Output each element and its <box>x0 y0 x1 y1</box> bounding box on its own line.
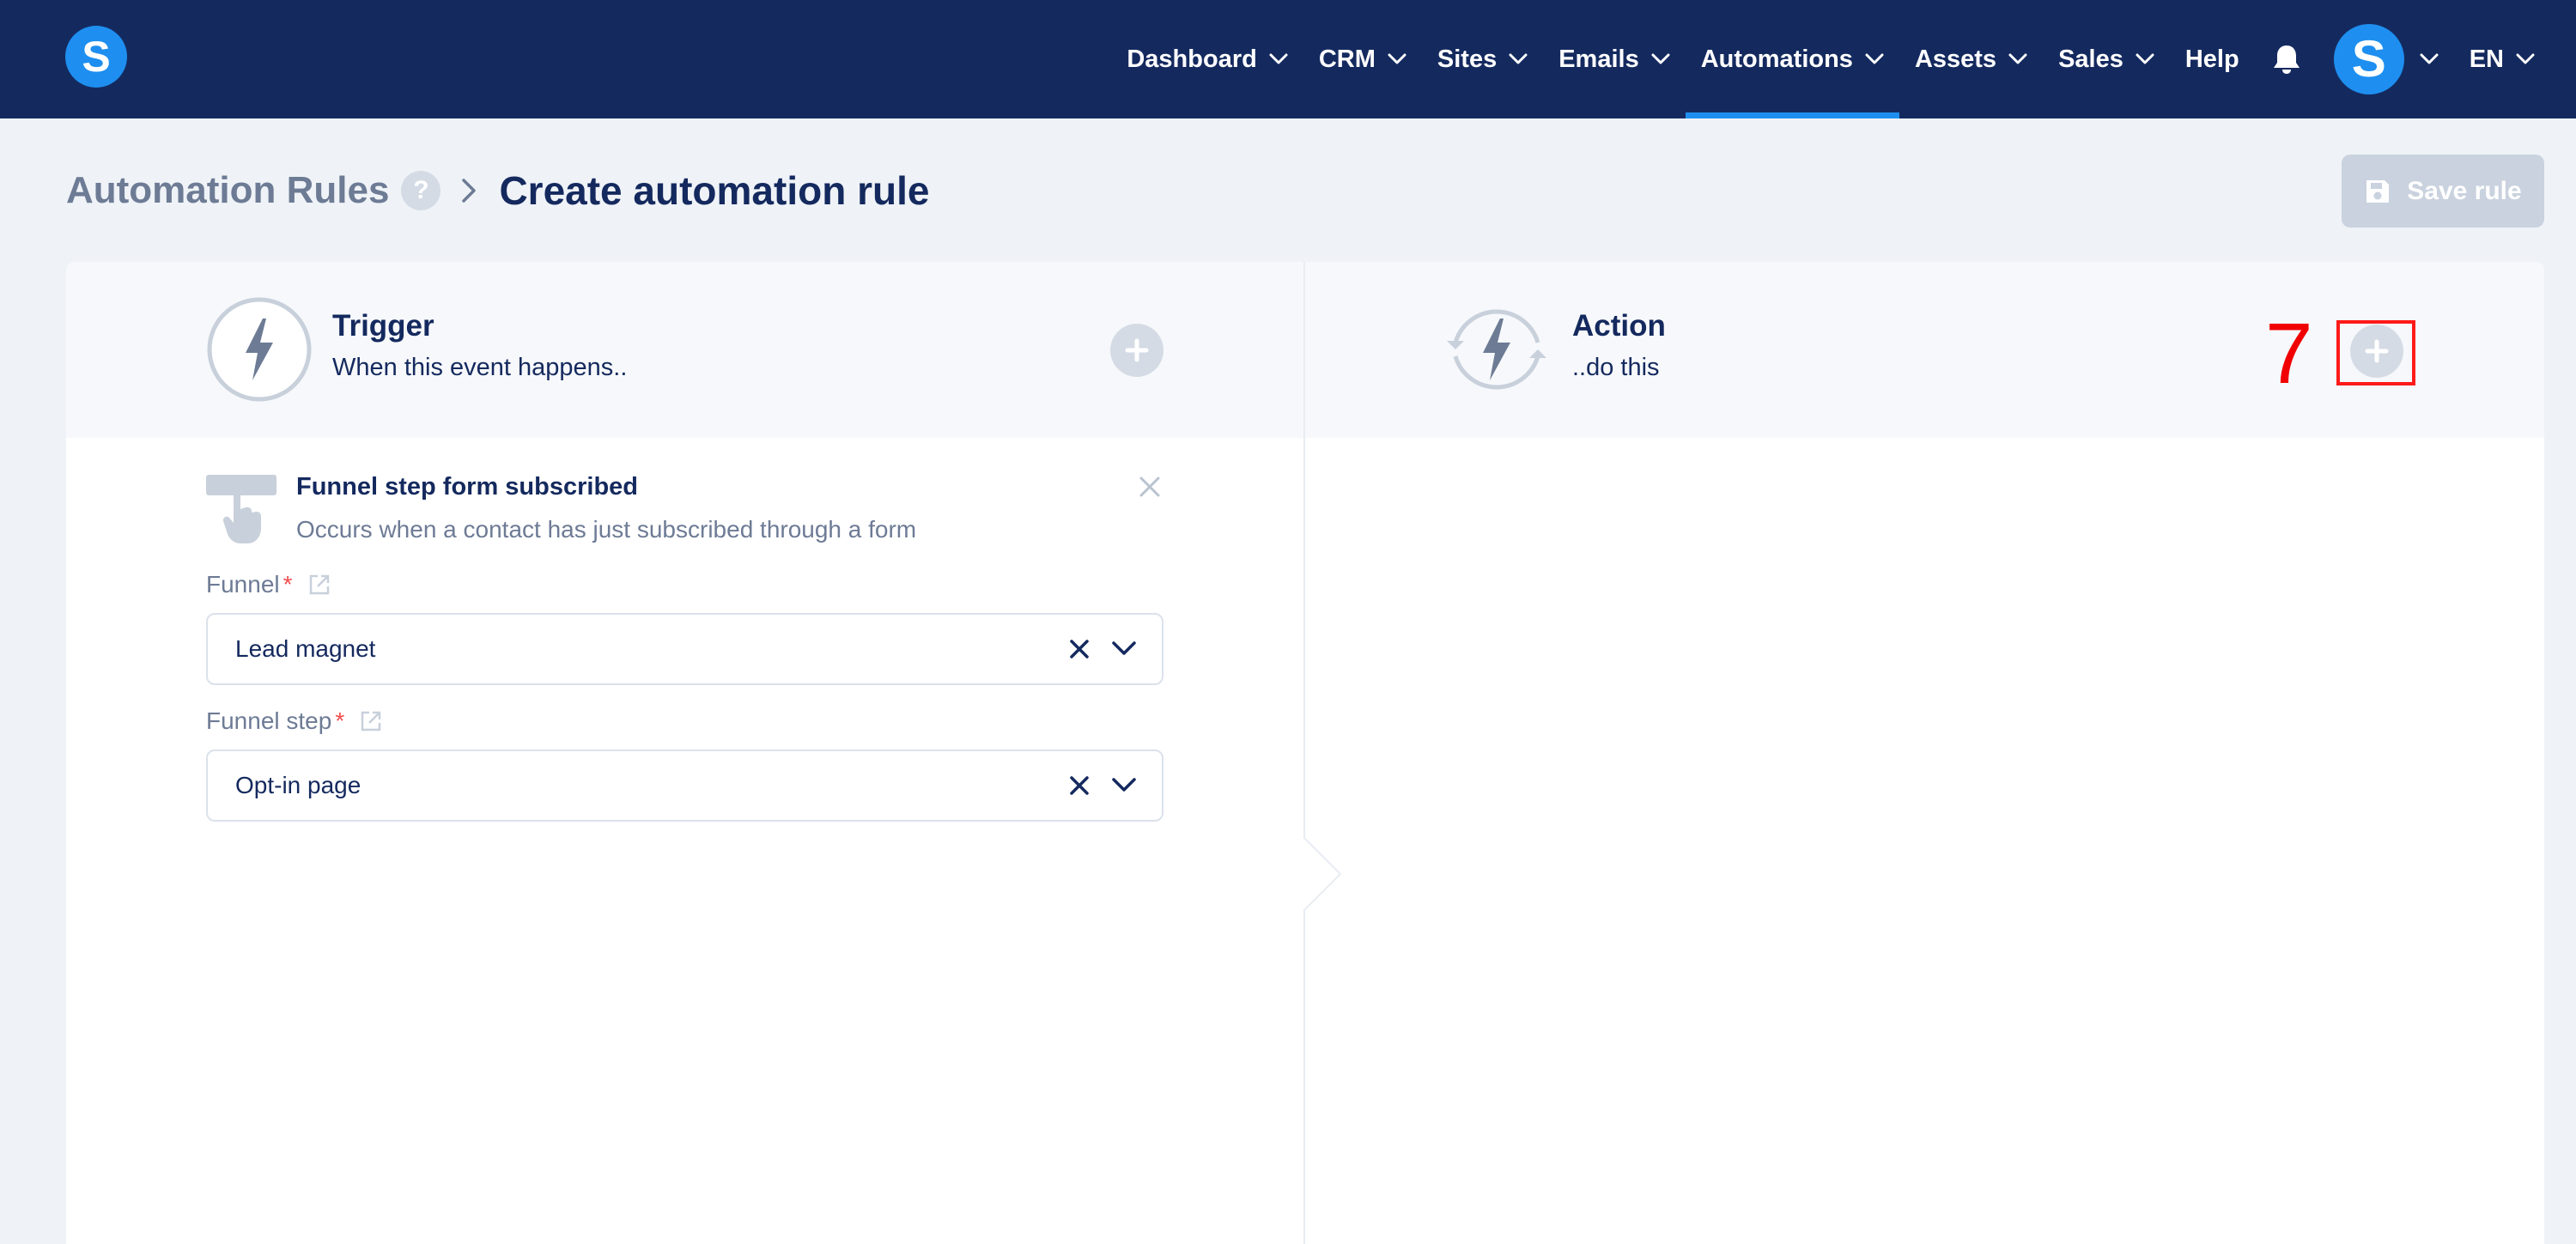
chevron-down-icon <box>2516 53 2535 64</box>
chevron-down-icon[interactable] <box>1111 640 1137 658</box>
divider-arrow <box>1303 837 1342 911</box>
funnel-step-field-label: Funnel step * <box>206 707 384 735</box>
user-menu[interactable]: S <box>2318 0 2454 118</box>
nav-item-label: Assets <box>1914 45 1997 73</box>
rule-editor-panel: Trigger When this event happens.. Action… <box>66 262 2544 1244</box>
nav-item-sites[interactable]: Sites <box>1422 0 1543 118</box>
main-nav: Dashboard CRM Sites Emails Automations A… <box>1111 0 2550 118</box>
notifications-button[interactable] <box>2255 0 2318 118</box>
nav-item-crm[interactable]: CRM <box>1303 0 1422 118</box>
funnel-select-value: Lead magnet <box>235 635 376 662</box>
nav-item-help[interactable]: Help <box>2170 0 2255 118</box>
nav-item-label: CRM <box>1318 45 1376 73</box>
trigger-item-name: Funnel step form subscribed <box>296 473 638 501</box>
chevron-down-icon <box>1388 53 1406 64</box>
annotation-marker-number: 7 <box>2265 306 2313 402</box>
chevron-down-icon <box>2420 53 2439 64</box>
hand-pointer-form-icon <box>206 475 276 543</box>
lightning-bolt-cycle-icon <box>1447 309 1546 390</box>
x-icon[interactable] <box>1068 774 1091 797</box>
help-symbol: ? <box>413 176 429 204</box>
chevron-down-icon <box>2008 53 2027 64</box>
brand-logo-letter: S <box>82 33 111 81</box>
nav-item-emails[interactable]: Emails <box>1543 0 1686 118</box>
bell-icon <box>2273 46 2300 74</box>
save-rule-button[interactable]: Save rule <box>2342 155 2544 228</box>
chevron-right-icon <box>462 179 477 203</box>
top-navbar: S Dashboard CRM Sites Emails Automations… <box>0 0 2576 118</box>
funnel-step-select[interactable]: Opt-in page <box>206 749 1163 822</box>
x-icon[interactable] <box>1068 638 1091 660</box>
nav-item-automations[interactable]: Automations <box>1685 0 1900 118</box>
avatar-letter: S <box>2351 30 2386 88</box>
nav-item-label: Emails <box>1558 45 1639 73</box>
action-subtitle: ..do this <box>1572 354 1660 381</box>
trigger-subtitle: When this event happens.. <box>332 354 628 381</box>
nav-item-label: Automations <box>1700 45 1853 73</box>
chevron-down-icon <box>2136 53 2154 64</box>
nav-item-assets[interactable]: Assets <box>1899 0 2043 118</box>
funnel-select[interactable]: Lead magnet <box>206 613 1163 685</box>
nav-item-label: Sites <box>1437 45 1498 73</box>
required-mark: * <box>335 707 345 734</box>
nav-item-label: Help <box>2184 45 2239 73</box>
plus-icon <box>1125 338 1149 362</box>
funnel-step-select-value: Opt-in page <box>235 772 361 798</box>
chevron-down-icon <box>1865 53 1884 64</box>
required-mark: * <box>283 571 293 598</box>
funnel-step-label-text: Funnel step <box>206 707 332 734</box>
add-trigger-button[interactable] <box>1110 324 1163 377</box>
nav-item-dashboard[interactable]: Dashboard <box>1111 0 1303 118</box>
external-link-icon[interactable] <box>307 572 332 598</box>
funnel-field-label: Funnel * <box>206 571 332 598</box>
lightning-bolt-icon <box>207 297 312 402</box>
breadcrumb-automation-rules-link[interactable]: Automation Rules <box>66 169 389 212</box>
nav-item-label: Dashboard <box>1127 45 1257 73</box>
external-link-icon[interactable] <box>358 708 384 734</box>
trigger-item-description: Occurs when a contact has just subscribe… <box>296 516 917 543</box>
avatar: S <box>2333 24 2404 94</box>
close-icon[interactable] <box>1135 472 1164 501</box>
column-divider <box>1303 262 1305 1244</box>
nav-item-label: Sales <box>2058 45 2123 73</box>
language-label: EN <box>2469 45 2504 73</box>
help-icon[interactable]: ? <box>401 171 441 210</box>
trigger-column-header: Trigger When this event happens.. <box>66 262 1303 438</box>
breadcrumb: Automation Rules ? Create automation rul… <box>66 160 929 221</box>
save-rule-label: Save rule <box>2407 176 2522 205</box>
brand-logo[interactable]: S <box>65 26 127 88</box>
annotation-highlight-box <box>2336 320 2415 385</box>
chevron-down-icon <box>1509 53 1528 64</box>
action-title: Action <box>1572 309 1666 343</box>
funnel-label-text: Funnel <box>206 571 280 598</box>
chevron-down-icon <box>1269 53 1288 64</box>
trigger-title: Trigger <box>332 309 434 343</box>
floppy-disk-icon <box>2366 179 2390 203</box>
page-title: Create automation rule <box>499 168 930 213</box>
language-selector[interactable]: EN <box>2454 0 2550 118</box>
chevron-down-icon[interactable] <box>1111 777 1137 794</box>
nav-item-sales[interactable]: Sales <box>2043 0 2170 118</box>
chevron-down-icon <box>1651 53 1670 64</box>
